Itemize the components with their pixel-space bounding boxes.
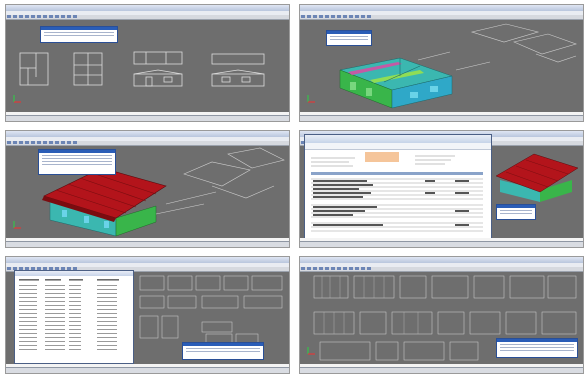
cad-viewport[interactable] bbox=[6, 146, 289, 238]
elevation-front bbox=[133, 51, 183, 65]
screenshot-panel-wall-panels bbox=[299, 256, 584, 374]
spreadsheet-toolbar[interactable] bbox=[305, 143, 491, 150]
spreadsheet-content bbox=[311, 152, 483, 232]
command-dialog[interactable] bbox=[326, 30, 372, 46]
status-bar bbox=[6, 367, 289, 373]
materials-list-content bbox=[19, 279, 119, 350]
cad-viewport[interactable] bbox=[300, 20, 583, 112]
command-dialog[interactable] bbox=[40, 26, 118, 43]
quote-rows bbox=[311, 178, 483, 232]
status-bar bbox=[300, 367, 583, 373]
background-plan-lines bbox=[417, 23, 577, 71]
elevation-roof-line bbox=[133, 69, 183, 75]
ucs-axis-icon bbox=[13, 221, 21, 229]
status-bar bbox=[6, 241, 289, 247]
cad-viewport[interactable] bbox=[6, 270, 289, 364]
3d-wall-model bbox=[339, 57, 453, 109]
command-dialog[interactable] bbox=[182, 342, 264, 360]
screenshot-panel-3d-walls bbox=[299, 4, 584, 122]
cad-viewport[interactable] bbox=[6, 20, 289, 112]
3d-house-model bbox=[42, 167, 167, 237]
cad-viewport[interactable] bbox=[300, 134, 583, 242]
ucs-axis-icon bbox=[13, 95, 21, 103]
status-bar bbox=[300, 241, 583, 247]
screenshot-panel-floor-plan bbox=[5, 4, 290, 122]
screenshot-panel-quote bbox=[299, 130, 584, 248]
materials-list-window[interactable] bbox=[14, 270, 134, 364]
materials-rows bbox=[19, 285, 117, 350]
elevation-left bbox=[211, 73, 265, 87]
background-plan-lines bbox=[155, 147, 285, 215]
screenshot-panel-materials bbox=[5, 256, 290, 374]
command-dialog[interactable] bbox=[38, 149, 116, 175]
floor-plan-outline bbox=[19, 52, 49, 86]
panel-drawings bbox=[139, 275, 283, 347]
list-window-titlebar bbox=[15, 271, 133, 276]
command-dialog[interactable] bbox=[496, 338, 578, 358]
company-logo bbox=[365, 152, 399, 162]
cad-viewport[interactable] bbox=[300, 272, 583, 364]
screenshot-panel-3d-roof bbox=[5, 130, 290, 248]
ucs-axis-icon bbox=[307, 95, 315, 103]
elevation-side bbox=[133, 73, 183, 87]
ucs-axis-icon bbox=[307, 347, 315, 355]
status-bar bbox=[6, 115, 289, 121]
spreadsheet-ribbon[interactable] bbox=[305, 135, 491, 143]
elevation-rear bbox=[211, 53, 265, 65]
quote-spreadsheet-window[interactable] bbox=[304, 134, 492, 242]
3d-house-model-small bbox=[495, 153, 579, 202]
status-bar bbox=[300, 115, 583, 121]
command-dialog[interactable] bbox=[496, 204, 536, 220]
